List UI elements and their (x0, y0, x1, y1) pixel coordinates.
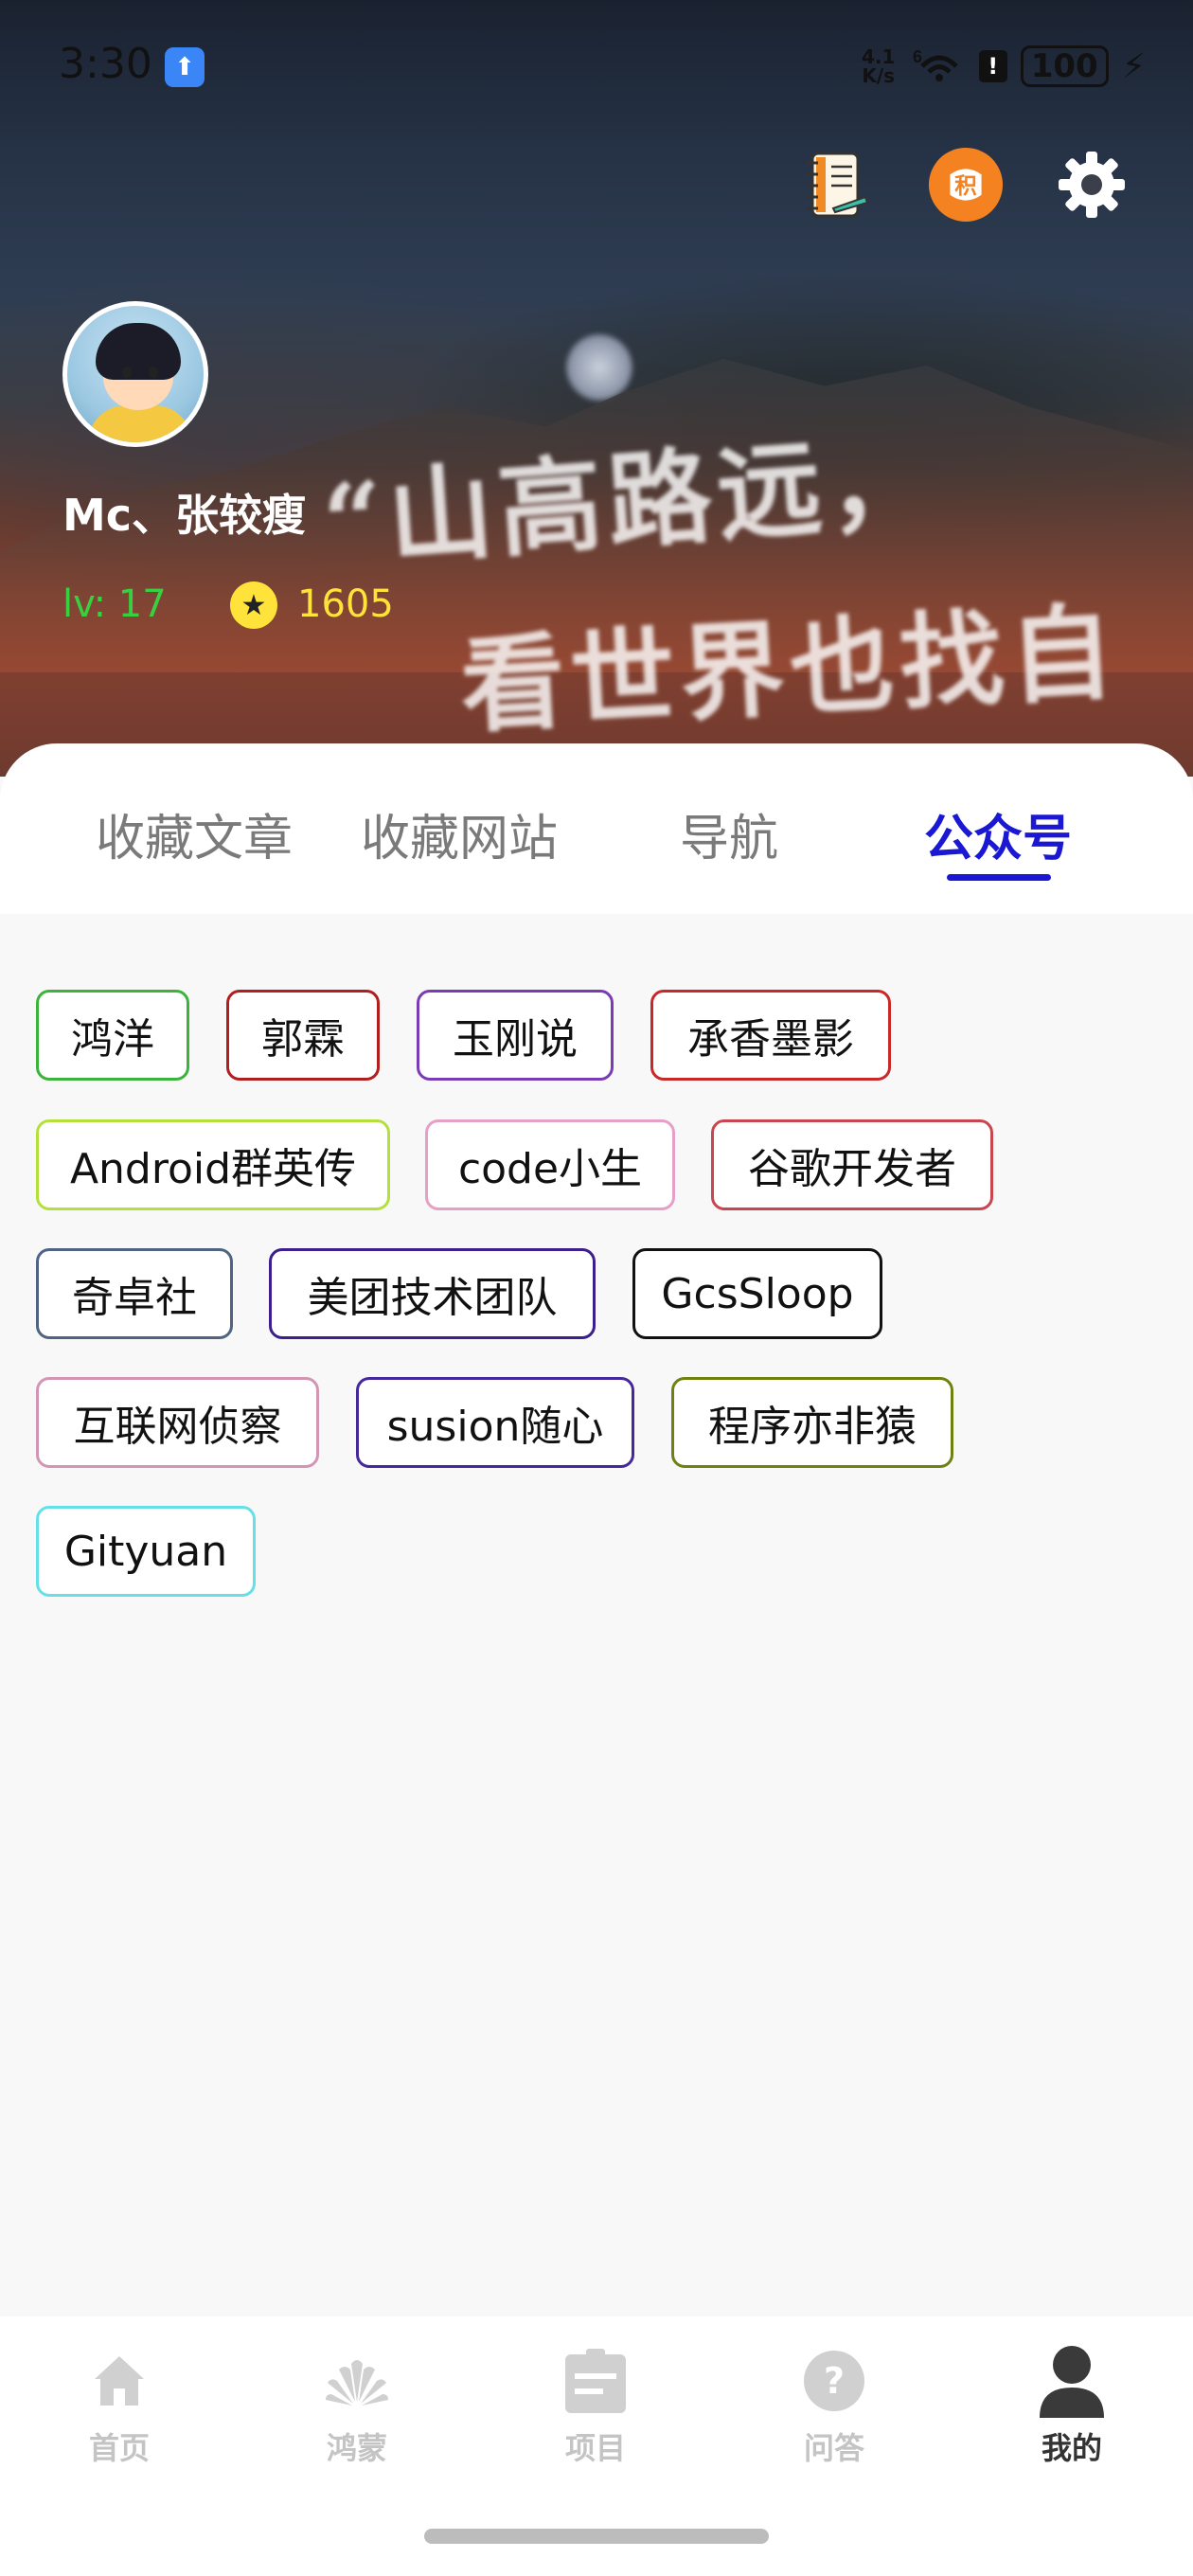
notebook-icon[interactable] (798, 147, 874, 223)
tab-navigation[interactable]: 导航 (596, 798, 862, 869)
star-coin-icon: ★ (230, 581, 277, 629)
status-time: 3:30 (59, 40, 152, 88)
username: Mc、张较瘦 (62, 490, 307, 541)
coin-count: 1605 (297, 582, 394, 626)
tab-bar: 收藏文章 收藏网站 导航 公众号 (0, 743, 1193, 914)
chip-account[interactable]: 玉刚说 (417, 990, 614, 1081)
chip-account[interactable]: Android群英传 (36, 1119, 390, 1210)
home-icon (25, 2343, 214, 2419)
chip-account[interactable]: 郭霖 (226, 990, 380, 1081)
upload-arrow-icon: ⬆ (165, 47, 205, 87)
chip-account[interactable]: code小生 (425, 1119, 675, 1210)
avatar[interactable] (62, 301, 208, 447)
chip-account[interactable]: 谷歌开发者 (711, 1119, 993, 1210)
lightning-icon: ⚡ (1121, 46, 1146, 86)
tab-favorite-articles[interactable]: 收藏文章 (62, 798, 327, 869)
project-icon (501, 2343, 690, 2419)
alert-icon: ! (978, 50, 1007, 82)
nav-label: 问答 (803, 2430, 864, 2466)
chip-account[interactable]: 承香墨影 (650, 990, 891, 1081)
chip-account[interactable]: 程序亦非猿 (671, 1377, 953, 1468)
tab-favorite-websites[interactable]: 收藏网站 (327, 798, 592, 869)
question-icon: ? (739, 2343, 929, 2419)
moon-decoration (566, 334, 632, 401)
harmony-icon (262, 2343, 452, 2419)
chip-account[interactable]: 奇卓社 (36, 1248, 233, 1339)
battery-indicator: 100 (1020, 45, 1109, 87)
chip-account[interactable]: 鸿洋 (36, 990, 189, 1081)
chip-account[interactable]: susion随心 (356, 1377, 634, 1468)
user-level: lv: 17 (62, 582, 167, 626)
wifi-icon: 6 (913, 45, 966, 87)
nav-home[interactable]: 首页 (25, 2343, 214, 2468)
nav-label: 我的 (1041, 2430, 1102, 2466)
nav-label: 鸿蒙 (326, 2430, 387, 2466)
nav-project[interactable]: 项目 (501, 2343, 690, 2468)
chip-account[interactable]: Gityuan (36, 1506, 256, 1597)
nav-label: 项目 (564, 2430, 626, 2466)
chip-account[interactable]: 互联网侦察 (36, 1377, 319, 1468)
status-indicators: 4.1 K/s 6 ! 100 ⚡ (858, 45, 1146, 87)
chip-account[interactable]: 美团技术团队 (269, 1248, 596, 1339)
status-bar: 3:30 ⬆ 4.1 K/s 6 ! 100 ⚡ (0, 0, 1193, 133)
nav-label: 首页 (88, 2430, 150, 2466)
points-label: 积 (954, 172, 976, 199)
points-icon[interactable]: 积 (928, 147, 1004, 223)
home-indicator[interactable] (424, 2529, 769, 2544)
svg-text:?: ? (824, 2360, 845, 2402)
person-icon (977, 2343, 1166, 2419)
network-speed: 4.1 K/s (862, 45, 896, 87)
tab-wechat-accounts[interactable]: 公众号 (865, 798, 1131, 869)
wechat-account-list: 鸿洋 郭霖 玉刚说 承香墨影 Android群英传 code小生 谷歌开发者 奇… (0, 914, 1193, 2316)
nav-qa[interactable]: ? 问答 (739, 2343, 929, 2468)
active-tab-indicator (947, 874, 1051, 881)
nav-mine[interactable]: 我的 (977, 2343, 1166, 2468)
nav-harmony[interactable]: 鸿蒙 (262, 2343, 452, 2468)
signal-number: 6 (913, 47, 922, 66)
chip-account[interactable]: GcsSloop (632, 1248, 882, 1339)
gear-icon[interactable] (1054, 147, 1130, 223)
